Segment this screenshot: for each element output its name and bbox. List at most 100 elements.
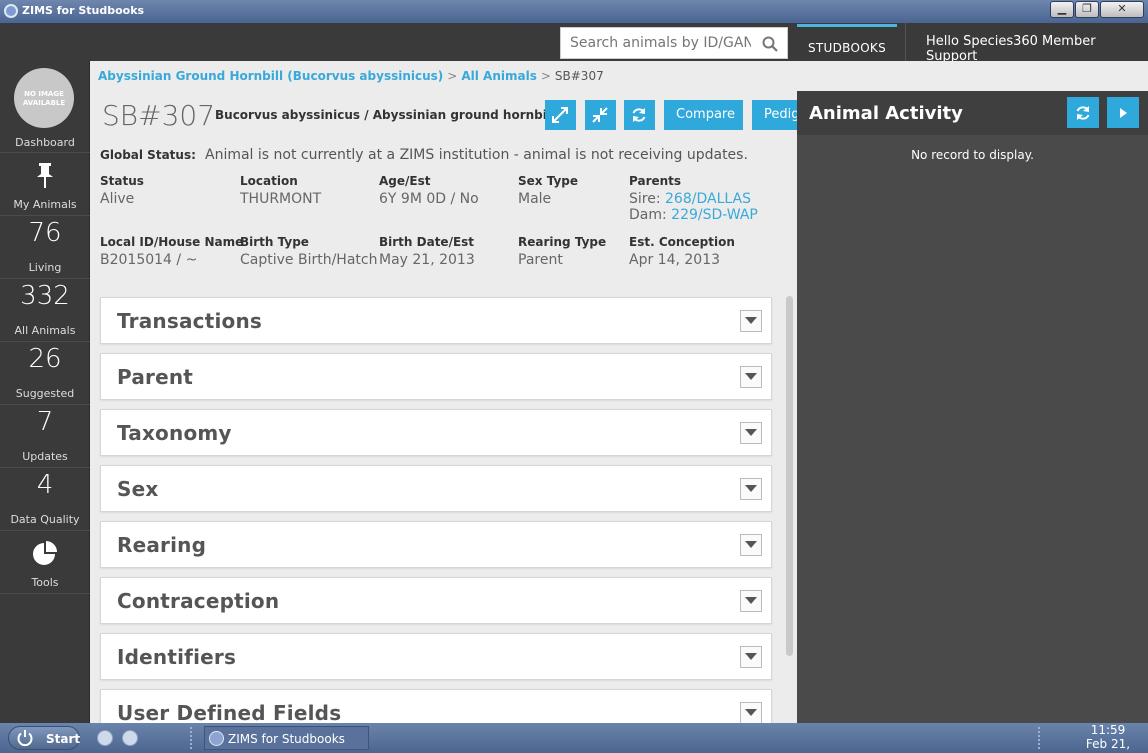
field-est-conception: Est. Conception Apr 14, 2013 [629,235,735,268]
panel-user-defined-fields[interactable]: User Defined Fields [100,689,772,723]
quicklaunch-browser-icon[interactable] [97,730,113,746]
window-titlebar: ZIMS for Studbooks ▁ ❐ ✕ [0,0,1148,23]
sidebar-item-label: All Animals [14,324,76,337]
panel-transactions[interactable]: Transactions [100,297,772,344]
data-quality-count: 4 [36,470,54,500]
activity-top-strip [797,61,1148,91]
sire-link[interactable]: 268/DALLAS [665,191,751,207]
search-input[interactable] [561,28,751,58]
species-name: Bucorvus abyssinicus / Abyssinian ground… [215,108,556,122]
search-box [560,27,788,59]
minimize-button[interactable]: ▁ [1050,1,1074,18]
panel-identifiers[interactable]: Identifiers [100,633,772,680]
refresh-icon [632,108,646,122]
panel-contraception[interactable]: Contraception [100,577,772,624]
sidebar-item-updates[interactable]: 7 Updates [0,405,90,468]
field-birth-type: Birth Type Captive Birth/Hatch [240,235,378,268]
global-status-label: Global Status: [100,148,196,162]
chevron-down-icon[interactable] [740,478,762,500]
living-count: 76 [28,218,62,248]
search-icon[interactable] [762,36,778,52]
sidebar-item-label: My Animals [13,198,77,211]
panel-rearing[interactable]: Rearing [100,521,772,568]
activity-header: Animal Activity [797,91,1148,135]
dam-link[interactable]: 229/SD-WAP [671,207,758,223]
breadcrumb-species-link[interactable]: Abyssinian Ground Hornbill (Bucorvus aby… [98,69,443,83]
field-birth-date: Birth Date/Est May 21, 2013 [379,235,475,268]
sidebar-item-tools[interactable]: Tools [0,531,90,594]
activity-title: Animal Activity [809,103,963,124]
start-button[interactable]: Start [8,726,80,750]
sidebar-item-suggested[interactable]: 26 Suggested [0,342,90,405]
sidebar-item-label: Updates [22,450,68,463]
chevron-down-icon[interactable] [740,590,762,612]
close-button[interactable]: ✕ [1100,1,1144,18]
all-animals-count: 332 [20,281,70,311]
sidebar-item-living[interactable]: 76 Living [0,216,90,279]
sidebar-item-label: Dashboard [15,136,75,149]
tab-studbooks[interactable]: STUDBOOKS [797,24,897,60]
activity-empty-message: No record to display. [911,148,1034,162]
page-title: SB#307 [102,99,216,132]
taskbar-grip [1038,727,1042,749]
window-title: ZIMS for Studbooks [22,4,145,17]
pie-chart-icon [33,541,57,565]
app-globe-icon [4,4,18,18]
chevron-down-icon[interactable] [740,366,762,388]
activity-panel: Animal Activity No record to display. [797,91,1148,723]
sidebar-item-my-animals[interactable]: My Animals [0,153,90,216]
field-parents: Parents Sire: 268/DALLAS Dam: 229/SD-WAP [629,174,758,223]
sidebar-item-all-animals[interactable]: 332 All Animals [0,279,90,342]
field-rearing-type: Rearing Type Parent [518,235,607,268]
quicklaunch-settings-icon[interactable] [122,730,138,746]
app-globe-icon [209,731,224,746]
pin-icon [37,163,53,188]
restore-button[interactable]: ❐ [1075,1,1099,18]
field-sex-type: Sex Type Male [518,174,579,207]
taskbar-item-zims[interactable]: ZIMS for Studbooks [204,726,369,750]
chevron-down-icon[interactable] [740,646,762,668]
activity-collapse-button[interactable] [1107,97,1139,128]
field-status: Status Alive [100,174,144,207]
clock-time: 11:59 [1090,723,1126,737]
header-divider [905,23,906,61]
breadcrumb: Abyssinian Ground Hornbill (Bucorvus aby… [98,69,604,83]
caret-right-icon [1120,108,1127,118]
compare-button[interactable]: Compare [664,100,743,130]
field-age: Age/Est 6Y 9M 0D / No [379,174,479,207]
expand-all-button[interactable] [545,100,576,130]
chevron-down-icon[interactable] [740,422,762,444]
sidebar: NO IMAGE AVAILABLE Dashboard My Animals … [0,61,90,723]
panel-sex[interactable]: Sex [100,465,772,512]
refresh-button[interactable] [624,100,655,130]
sidebar-item-label: Suggested [15,387,75,400]
suggested-count: 26 [28,344,62,374]
panel-taxonomy[interactable]: Taxonomy [100,409,772,456]
panel-parent[interactable]: Parent [100,353,772,400]
scrollbar[interactable] [786,296,793,656]
chevron-down-icon[interactable] [740,534,762,556]
pedigree-button[interactable]: Pedig [752,100,797,130]
taskbar-clock[interactable]: 11:59 Feb 21, 2020 [1072,723,1144,753]
chevron-down-icon[interactable] [740,702,762,723]
sidebar-item-label: Tools [31,576,59,589]
refresh-icon [1076,106,1090,120]
field-local-id: Local ID/House Name B2015014 / ~ [100,235,244,268]
animal-detail: Abyssinian Ground Hornbill (Bucorvus aby… [90,61,797,723]
activity-refresh-button[interactable] [1067,97,1099,128]
sidebar-item-dashboard[interactable]: NO IMAGE AVAILABLE Dashboard [0,61,90,153]
field-location: Location THURMONT [240,174,322,207]
collapse-all-button[interactable] [585,100,616,130]
chevron-down-icon[interactable] [740,310,762,332]
updates-count: 7 [36,407,54,437]
collapse-icon [592,107,608,123]
sidebar-item-label: Data Quality [10,513,80,526]
clock-date: Feb 21, 2020 [1085,737,1131,753]
sidebar-item-data-quality[interactable]: 4 Data Quality [0,468,90,531]
breadcrumb-current: SB#307 [554,69,604,83]
avatar: NO IMAGE AVAILABLE [14,68,74,128]
breadcrumb-all-animals-link[interactable]: All Animals [461,69,537,83]
global-status-value: Animal is not currently at a ZIMS instit… [205,147,748,163]
user-greeting[interactable]: Hello Species360 Member Support [926,34,1148,64]
app-header: STUDBOOKS Hello Species360 Member Suppor… [0,23,1148,64]
